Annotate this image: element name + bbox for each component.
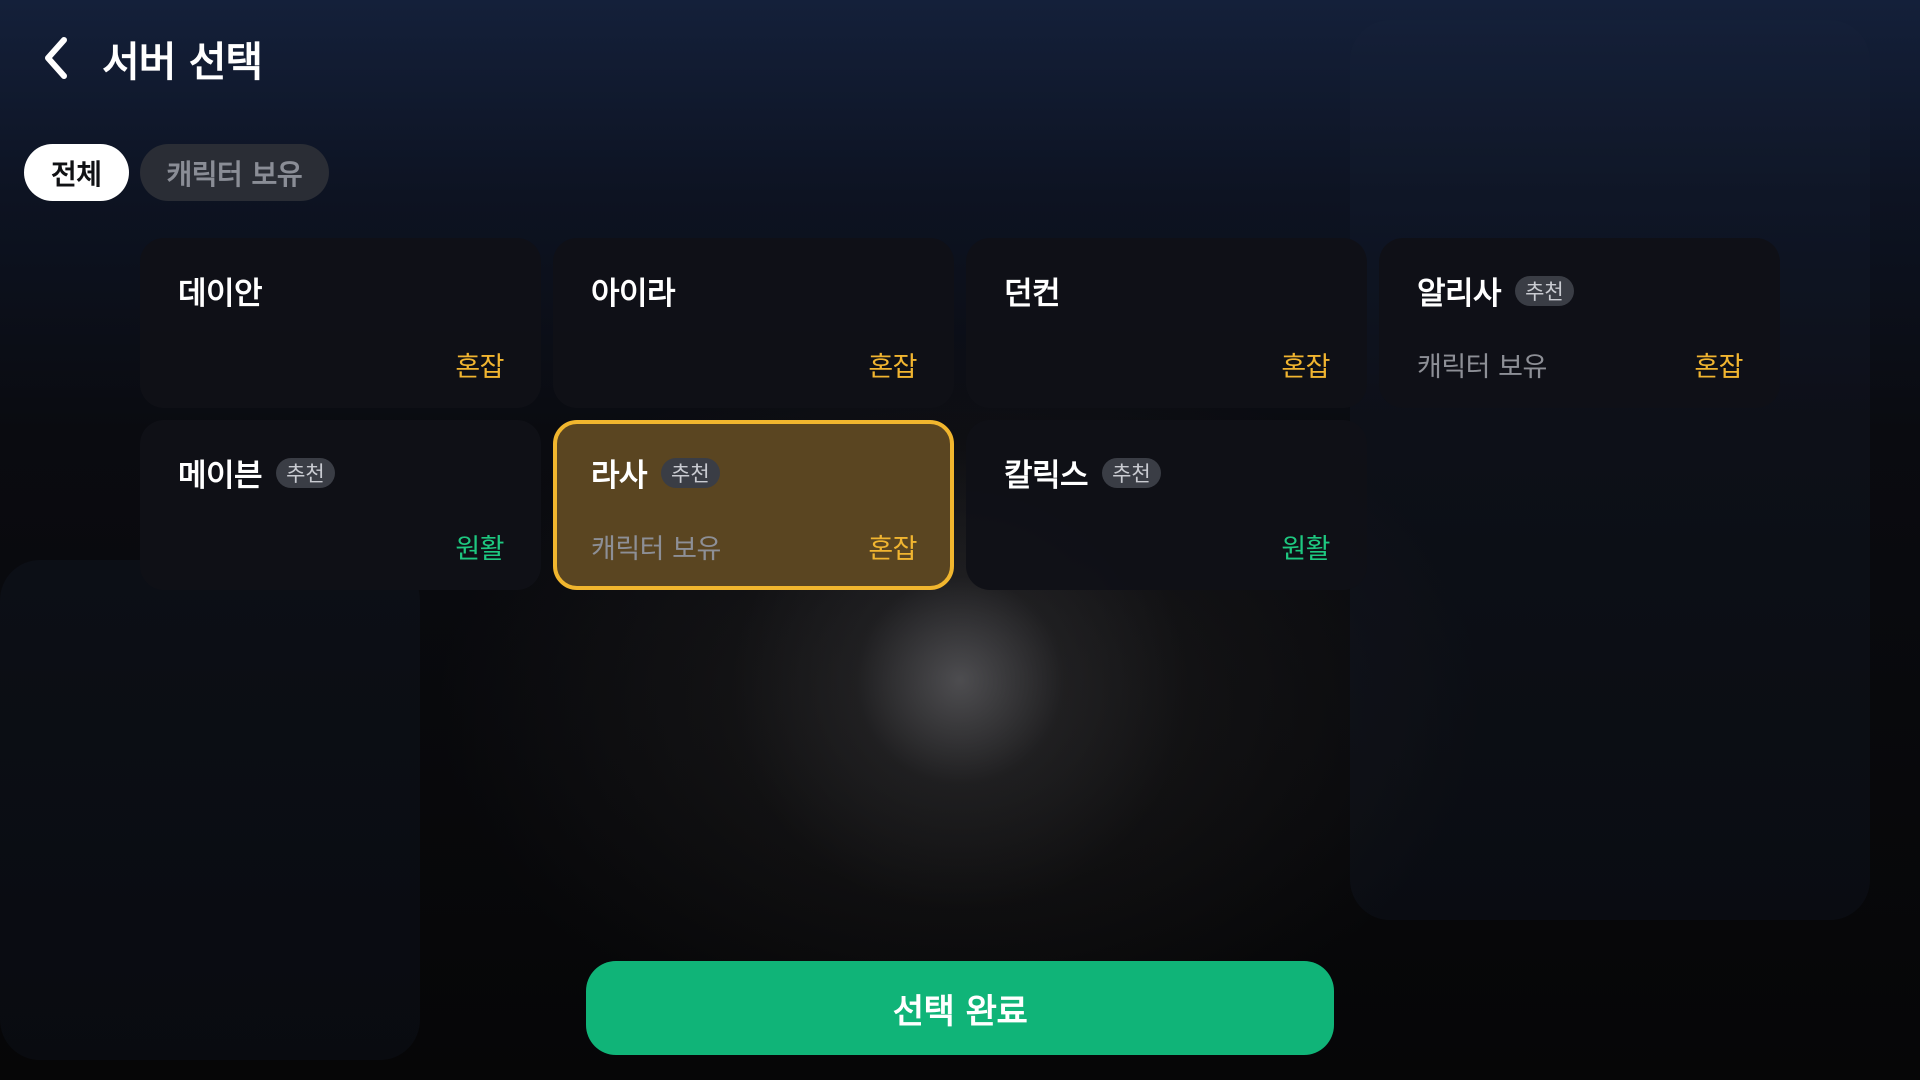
server-card[interactable]: 던컨혼잡 xyxy=(966,238,1367,408)
server-card-header: 던컨 xyxy=(1004,268,1061,313)
server-status: 원활 xyxy=(1281,534,1330,565)
server-name: 데이안 xyxy=(178,276,263,312)
character-owned-label: 캐릭터 보유 xyxy=(591,534,721,565)
confirm-selection-button[interactable]: 선택 완료 xyxy=(586,961,1334,1055)
recommended-badge: 추천 xyxy=(1102,457,1161,488)
server-card-header: 알리사 추천 xyxy=(1417,268,1574,313)
back-button[interactable] xyxy=(36,26,76,90)
chevron-left-icon xyxy=(45,37,67,79)
server-card-header: 데이안 xyxy=(178,268,263,313)
server-grid: 데이안 혼잡 아이라 혼잡 던컨 혼잡 알리사 추천 캐릭터 보유 혼잡 메이븐 추천 원활 라사 추천 캐릭… xyxy=(140,238,1780,590)
page-title: 서버 선택 xyxy=(102,38,263,86)
recommended-badge: 추천 xyxy=(1515,275,1574,306)
server-status: 혼잡 xyxy=(1694,352,1743,383)
filter-tabs: 전체 캐릭터 보유 xyxy=(24,144,330,201)
server-card[interactable]: 데이안혼잡 xyxy=(140,238,541,408)
server-card-header: 아이라 xyxy=(591,268,676,313)
filter-chip-all[interactable]: 전체 xyxy=(24,144,129,201)
server-name: 메이븐 xyxy=(178,458,263,494)
server-status: 혼잡 xyxy=(868,352,917,383)
server-card-header: 라사 추천 xyxy=(591,450,720,495)
server-name: 알리사 xyxy=(1417,276,1502,312)
server-status: 원활 xyxy=(455,534,504,565)
filter-chip-char-owned[interactable]: 캐릭터 보유 xyxy=(139,144,330,201)
server-card[interactable]: 알리사 추천캐릭터 보유 혼잡 xyxy=(1379,238,1780,408)
recommended-badge: 추천 xyxy=(661,457,720,488)
server-name: 라사 xyxy=(591,458,648,494)
server-card-header: 칼릭스 추천 xyxy=(1004,450,1161,495)
recommended-badge: 추천 xyxy=(276,457,335,488)
server-name: 던컨 xyxy=(1004,276,1061,312)
server-status: 혼잡 xyxy=(1281,352,1330,383)
character-owned-label: 캐릭터 보유 xyxy=(1417,352,1547,383)
server-card[interactable]: 아이라혼잡 xyxy=(553,238,954,408)
header: 서버 선택 xyxy=(36,26,263,90)
server-name: 아이라 xyxy=(591,276,676,312)
server-card[interactable]: 칼릭스 추천원활 xyxy=(966,420,1367,590)
server-status: 혼잡 xyxy=(868,534,917,565)
server-status: 혼잡 xyxy=(455,352,504,383)
background-decoration xyxy=(0,560,420,1060)
server-card[interactable]: 메이븐 추천원활 xyxy=(140,420,541,590)
server-card-header: 메이븐 추천 xyxy=(178,450,335,495)
server-name: 칼릭스 xyxy=(1004,458,1089,494)
server-card[interactable]: 라사 추천캐릭터 보유 혼잡 xyxy=(553,420,954,590)
server-select-screen: 서버 선택 전체 캐릭터 보유 데이안 혼잡 아이라 혼잡 던컨 혼잡 알리사 추천 캐릭터 보… xyxy=(0,0,1920,1080)
